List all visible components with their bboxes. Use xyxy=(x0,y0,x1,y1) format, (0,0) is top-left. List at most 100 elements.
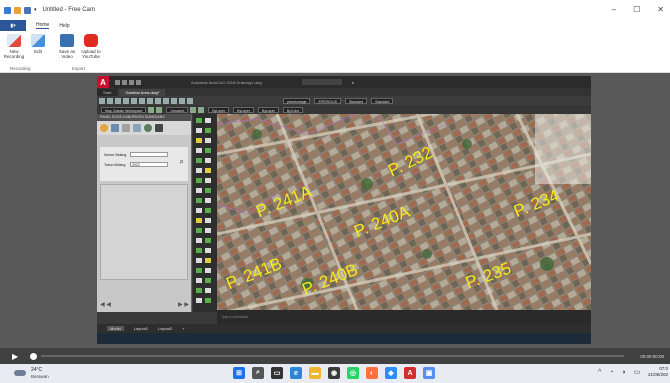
tool-icon[interactable] xyxy=(196,258,202,263)
tool-icon[interactable] xyxy=(196,178,202,183)
playback-progress[interactable] xyxy=(41,355,625,357)
panel-refresh-icon[interactable] xyxy=(144,124,152,132)
tool-icon[interactable] xyxy=(115,97,121,104)
tool-icon[interactable] xyxy=(190,106,197,113)
tool-icon[interactable] xyxy=(205,218,211,223)
tool-icon[interactable] xyxy=(196,188,202,193)
tool-icon[interactable] xyxy=(196,118,202,123)
search-icon[interactable]: ⌕ xyxy=(252,367,264,379)
tool-icon[interactable] xyxy=(196,288,202,293)
tab-help[interactable]: Help xyxy=(59,23,69,29)
tool-icon[interactable] xyxy=(205,188,211,193)
plotstyle-dropdown[interactable]: ByColor xyxy=(282,106,304,113)
tool-icon[interactable] xyxy=(196,228,202,233)
file-explorer-icon[interactable]: ▬ xyxy=(309,367,321,379)
file-menu-button[interactable]: ▮▾ xyxy=(0,20,26,31)
tool-icon[interactable] xyxy=(139,97,145,104)
layer-dropdown[interactable]: Unsaved xyxy=(166,106,189,113)
panel-gear-icon[interactable] xyxy=(100,124,108,132)
tab-home[interactable]: Home xyxy=(36,22,50,29)
task-view-icon[interactable]: ▭ xyxy=(271,367,283,379)
tool-icon[interactable] xyxy=(196,158,202,163)
play-button[interactable]: ▶ xyxy=(12,352,18,361)
tool-icon[interactable] xyxy=(196,238,202,243)
whatsapp-icon[interactable]: ◎ xyxy=(347,367,359,379)
tool-icon[interactable] xyxy=(123,97,129,104)
tool-icon[interactable] xyxy=(205,268,211,273)
workspace-dropdown[interactable]: Map Classic Workspace xyxy=(101,106,147,113)
edit-button[interactable]: Edit xyxy=(27,34,49,54)
upload-youtube-button[interactable]: Upload to YouTube xyxy=(79,34,103,59)
windows-start-icon[interactable]: ⊞ xyxy=(233,367,245,379)
tool-icon[interactable] xyxy=(205,208,211,213)
tool-icon[interactable] xyxy=(205,238,211,243)
system-tray[interactable]: ^ ◔ ◑ ▭ xyxy=(598,368,643,376)
quick-access-dropdown-icon[interactable]: ▾ xyxy=(34,7,37,14)
new-recording-button[interactable]: New Recording xyxy=(3,34,25,59)
tool-icon[interactable] xyxy=(163,97,169,104)
prev-page-button[interactable]: ◀ ◀ xyxy=(100,301,111,308)
tool-icon[interactable] xyxy=(131,97,137,104)
tool-icon[interactable] xyxy=(205,288,211,293)
autocad-icon[interactable]: A xyxy=(404,367,416,379)
photos-icon[interactable]: ▣ xyxy=(423,367,435,379)
aerial-map-canvas[interactable]: P. 232 P. 241A P. 240A P. 234 P. 241B P.… xyxy=(217,114,591,310)
tool-icon[interactable] xyxy=(205,278,211,283)
tool-icon[interactable] xyxy=(205,248,211,253)
qa-new-icon[interactable] xyxy=(115,79,120,85)
panel-grid-icon[interactable] xyxy=(122,124,130,132)
qa-save-icon[interactable] xyxy=(129,79,134,85)
lineweight-dropdown[interactable]: ByLayer xyxy=(258,106,279,113)
tool-icon[interactable] xyxy=(148,106,155,113)
quick-new-icon[interactable] xyxy=(14,6,21,14)
qa-undo-icon[interactable] xyxy=(136,79,141,85)
nomor-bidang-input[interactable] xyxy=(130,152,168,157)
tab-layout2[interactable]: Layout2 xyxy=(158,326,172,331)
tool-icon[interactable] xyxy=(147,97,153,104)
result-list[interactable] xyxy=(100,184,188,280)
zoom-icon[interactable]: ◆ xyxy=(385,367,397,379)
tool-icon[interactable] xyxy=(196,148,202,153)
record-dot-icon[interactable] xyxy=(30,352,38,360)
tool-icon[interactable] xyxy=(155,97,161,104)
tool-icon[interactable] xyxy=(205,258,211,263)
command-input[interactable]: Type a command xyxy=(221,315,248,319)
user-icon[interactable]: ● xyxy=(352,80,354,85)
clock[interactable]: 07:0 21/06/202 xyxy=(648,366,668,378)
firefox-icon[interactable]: ◐ xyxy=(366,367,378,379)
minimize-button[interactable]: – xyxy=(612,5,616,14)
next-page-button[interactable]: ▶ ▶ xyxy=(178,301,189,308)
tool-icon[interactable] xyxy=(205,158,211,163)
tool-icon[interactable] xyxy=(205,228,211,233)
tab-model[interactable]: Model xyxy=(107,326,124,331)
color-dropdown[interactable]: ByLayer xyxy=(208,106,230,113)
maximize-button[interactable]: ☐ xyxy=(633,5,640,14)
tool-icon[interactable] xyxy=(196,298,202,303)
panel-close-icon[interactable] xyxy=(155,124,163,132)
tool-icon[interactable] xyxy=(196,268,202,273)
tab-layout1[interactable]: Layout1 xyxy=(134,326,148,331)
add-layout-button[interactable]: + xyxy=(182,326,184,331)
panel-layers-icon[interactable] xyxy=(111,124,119,132)
doc-tab-drawing[interactable]: Gambar Area.dwg* xyxy=(119,89,166,96)
tool-icon[interactable] xyxy=(205,198,211,203)
save-as-video-button[interactable]: Save as Video xyxy=(56,34,78,59)
tool-icon[interactable] xyxy=(179,97,185,104)
tool-icon[interactable] xyxy=(196,168,202,173)
text-style-dropdown[interactable]: phantomage xyxy=(283,97,311,104)
tool-icon[interactable] xyxy=(196,208,202,213)
panel-image-icon[interactable] xyxy=(133,124,141,132)
tool-icon[interactable] xyxy=(196,128,202,133)
tool-icon[interactable] xyxy=(196,218,202,223)
dim-style-dropdown[interactable]: EPERIOLIS xyxy=(314,97,341,104)
tool-icon[interactable] xyxy=(196,198,202,203)
tool-icon[interactable] xyxy=(205,128,211,133)
tool-icon[interactable] xyxy=(156,106,163,113)
tool-icon[interactable] xyxy=(196,278,202,283)
tool-icon[interactable] xyxy=(196,138,202,143)
tool-icon[interactable] xyxy=(187,97,193,104)
tool-icon[interactable] xyxy=(205,138,211,143)
mleader-style-dropdown[interactable]: Standard xyxy=(371,97,394,104)
tool-icon[interactable] xyxy=(171,97,177,104)
search-icon[interactable]: ⌕ xyxy=(180,157,184,167)
